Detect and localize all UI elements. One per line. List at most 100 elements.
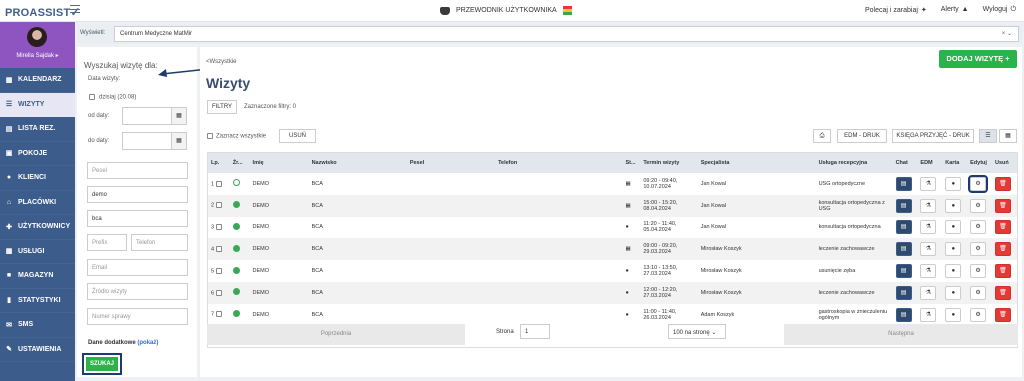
column-header[interactable]: Telefon (495, 153, 623, 173)
chat-button[interactable]: ▤ (895, 198, 912, 213)
sidebar-item-użytkownicy[interactable]: ✚ UŻYTKOWNICY (0, 215, 75, 240)
delete-button[interactable]: 🗑 (994, 307, 1011, 322)
sidebar-item-ustawienia[interactable]: ✎ USTAWIENIA (0, 338, 75, 362)
edit-button[interactable]: ⚙ (970, 285, 987, 300)
recommend-link[interactable]: Polecaj i zarabiaj ✦ (865, 6, 927, 14)
name-input[interactable]: bca (87, 210, 188, 227)
chat-button[interactable]: ▤ (895, 242, 912, 257)
edm-print-button[interactable]: EDM - DRUK (837, 129, 887, 143)
edit-button[interactable]: ⚙ (970, 264, 987, 279)
user-name[interactable]: Mirella Sajdak ▸ (0, 52, 75, 59)
logout-link[interactable]: Wyloguj ⏻ (983, 6, 1016, 14)
sidebar-item-placówki[interactable]: ⌂ PLACÓWKI (0, 191, 75, 215)
chat-button[interactable]: ▤ (895, 220, 912, 235)
column-header[interactable]: Źr... (229, 153, 250, 173)
edit-button[interactable]: ⚙ (970, 198, 987, 213)
sidebar-item-klienci[interactable]: ● KLIENCI (0, 166, 75, 191)
surname-input[interactable]: demo (87, 186, 188, 203)
delete-button[interactable]: 🗑 (994, 285, 1011, 300)
delete-button[interactable]: 🗑 (994, 198, 1011, 213)
delete-selected-button[interactable]: USUŃ (279, 129, 316, 143)
next-page-button[interactable]: Następna (784, 324, 1018, 345)
column-header[interactable]: EDM (917, 153, 943, 173)
card-button[interactable]: ● (945, 264, 962, 279)
today-checkbox[interactable]: dzisiaj (20.08) (89, 94, 136, 101)
extra-data-toggle[interactable]: Dane dodatkowe (pokaż) (88, 340, 158, 346)
location-select[interactable]: Centrum Medyczne MatMir × ⌄ (114, 26, 1019, 42)
sidebar-item-wizyty[interactable]: ☰ WIZYTY (0, 92, 75, 117)
table-row[interactable]: 2 DEMO BCA ▦ 15:00 - 15:20, 08.04.2024 Jan K… (208, 194, 1017, 217)
delete-button[interactable]: 🗑 (994, 264, 1011, 279)
row-checkbox[interactable] (215, 202, 222, 209)
delete-button[interactable]: 🗑 (994, 176, 1011, 191)
user-profile[interactable]: Mirella Sajdak ▸ (0, 22, 75, 68)
column-header[interactable]: Karta (942, 153, 968, 173)
list-view-button[interactable]: ☰ (979, 129, 997, 143)
search-button[interactable]: SZUKAJ (86, 357, 118, 371)
edit-button[interactable]: ⚙ (970, 242, 987, 257)
page-number-input[interactable]: 1 (520, 324, 550, 339)
add-visit-button[interactable]: DODAJ WIZYTĘ + (939, 50, 1017, 68)
card-button[interactable]: ● (945, 307, 962, 322)
table-row[interactable]: 7 DEMO BCA ● 11:00 - 11:40, 26.03.2024 Adam … (208, 304, 1017, 326)
table-row[interactable]: 6 DEMO BCA ● 12:00 - 12:20, 27.03.2024 Miros… (208, 281, 1017, 304)
sidebar-item-kalendarz[interactable]: ▦ KALENDARZ (0, 68, 75, 93)
edit-button[interactable]: ⚙ (970, 220, 987, 235)
case-number-input[interactable]: Numer sprawy (87, 308, 188, 325)
edm-button[interactable]: ⚗ (920, 307, 937, 322)
calendar-icon[interactable]: ▦ (171, 108, 186, 124)
source-select[interactable]: Źródło wizyty (87, 283, 188, 300)
column-header[interactable]: Nazwisko (308, 153, 407, 173)
clear-chevron-icon[interactable]: × ⌄ (1002, 30, 1012, 37)
card-button[interactable]: ● (945, 176, 962, 191)
sidebar-item-pokoje[interactable]: ▣ POKOJE (0, 142, 75, 166)
row-checkbox[interactable] (215, 246, 222, 253)
chat-button[interactable]: ▤ (895, 285, 912, 300)
delete-button[interactable]: 🗑 (994, 242, 1011, 257)
edm-button[interactable]: ⚗ (920, 264, 937, 279)
table-row[interactable]: 1 DEMO BCA ▦ 09:20 - 09:40, 10.07.2024 Jan K… (208, 173, 1017, 195)
chat-button[interactable]: ▤ (895, 264, 912, 279)
calendar-icon[interactable]: ▦ (171, 133, 186, 149)
per-page-select[interactable]: 100 na stronę ⌄ (668, 324, 726, 339)
chat-button[interactable]: ▤ (895, 307, 912, 322)
sidebar-item-sms[interactable]: ✉ SMS (0, 313, 75, 338)
column-header[interactable]: Termin wizyty (640, 153, 698, 173)
column-header[interactable]: Edytuj (967, 153, 992, 173)
back-link[interactable]: <Wszystkie (206, 59, 237, 65)
prev-page-button[interactable]: Poprzednia (207, 324, 465, 345)
pesel-input[interactable]: Pesel (87, 162, 188, 179)
card-button[interactable]: ● (945, 285, 962, 300)
calendar-view-button[interactable]: ▦ (999, 129, 1017, 143)
edm-button[interactable]: ⚗ (920, 198, 937, 213)
filters-button[interactable]: FILTRY (207, 100, 237, 114)
alerts-link[interactable]: Alerty ▲ (941, 6, 969, 14)
table-row[interactable]: 3 DEMO BCA ● 11:20 - 11:40, 05.04.2024 Jan K… (208, 217, 1017, 239)
print-button[interactable]: ⎙ (813, 129, 831, 143)
phone-input[interactable]: Telefon (131, 234, 188, 251)
from-date-input[interactable]: ▦ (122, 107, 187, 125)
row-checkbox[interactable] (215, 311, 222, 318)
column-header[interactable]: St... (622, 153, 641, 173)
edm-button[interactable]: ⚗ (920, 242, 937, 257)
column-header[interactable]: Chat (892, 153, 918, 173)
card-button[interactable]: ● (945, 242, 962, 257)
menu-toggle-icon[interactable] (70, 5, 80, 13)
chat-button[interactable]: ▤ (895, 176, 912, 191)
user-guide-link[interactable]: PRZEWODNIK UŻYTKOWNIKA (440, 6, 572, 15)
column-header[interactable]: Pesel (406, 153, 496, 173)
edit-button[interactable]: ⚙ (970, 307, 987, 322)
row-checkbox[interactable] (215, 224, 222, 231)
card-button[interactable]: ● (945, 198, 962, 213)
row-checkbox[interactable] (215, 289, 222, 296)
column-header[interactable]: Lp. (208, 153, 230, 173)
row-checkbox[interactable] (215, 180, 222, 187)
email-input[interactable]: Email (87, 259, 188, 276)
table-row[interactable]: 4 DEMO BCA ▦ 09:00 - 09:20, 29.03.2024 Miros… (208, 238, 1017, 261)
column-header[interactable]: Specjalista (697, 153, 816, 173)
select-all-checkbox[interactable]: Zaznacz wszystkie (207, 133, 266, 140)
sidebar-item-usługi[interactable]: ▦ USŁUGI (0, 240, 75, 264)
show-link[interactable]: (pokaż) (137, 340, 158, 346)
column-header[interactable]: Usuń (991, 153, 1017, 173)
to-date-input[interactable]: ▦ (122, 132, 187, 150)
